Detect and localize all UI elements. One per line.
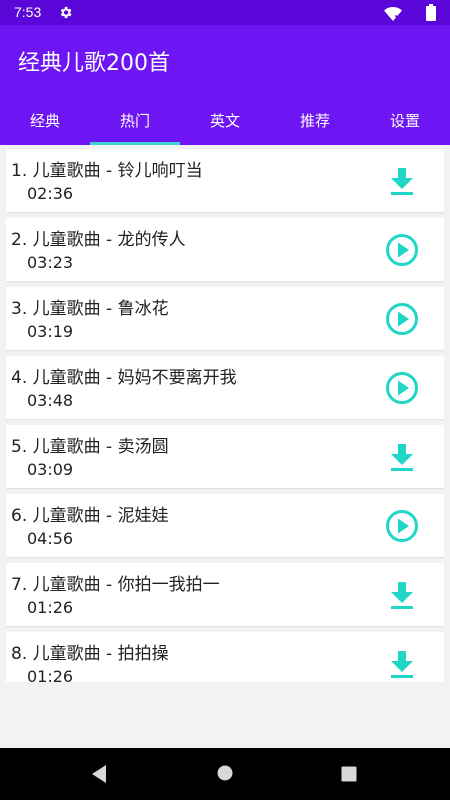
song-item[interactable]: 7. 儿童歌曲 - 你拍一我拍一 01:26 [6, 563, 444, 626]
song-title: 5. 儿童歌曲 - 卖汤圆 [11, 437, 169, 457]
app-title: 经典儿歌200首 [18, 51, 170, 76]
song-duration: 03:19 [27, 322, 74, 341]
song-duration: 01:26 [27, 667, 74, 682]
song-item[interactable]: 3. 儿童歌曲 - 鲁冰花 03:19 [6, 287, 444, 350]
song-list: 1. 儿童歌曲 - 铃儿响叮当 02:36 2. 儿童歌曲 - 龙的传人 03:… [6, 149, 444, 682]
song-title: 1. 儿童歌曲 - 铃儿响叮当 [11, 161, 203, 181]
song-title: 8. 儿童歌曲 - 拍拍操 [11, 644, 169, 664]
tab-settings[interactable]: 设置 [360, 101, 450, 145]
play-circle-icon[interactable] [382, 230, 422, 270]
download-icon[interactable] [382, 575, 422, 615]
song-duration: 02:36 [27, 184, 74, 203]
song-title: 4. 儿童歌曲 - 妈妈不要离开我 [11, 368, 237, 388]
download-icon[interactable] [382, 161, 422, 201]
song-item[interactable]: 6. 儿童歌曲 - 泥娃娃 04:56 [6, 494, 444, 557]
song-title: 2. 儿童歌曲 - 龙的传人 [11, 230, 186, 250]
system-nav-bar [0, 748, 450, 800]
gear-icon [58, 5, 73, 20]
song-duration: 03:23 [27, 253, 74, 272]
download-icon[interactable] [382, 644, 422, 682]
song-title: 3. 儿童歌曲 - 鲁冰花 [11, 299, 169, 319]
back-icon[interactable] [90, 764, 108, 784]
status-bar: 7:53 [0, 0, 450, 25]
battery-icon [426, 4, 436, 21]
song-item[interactable]: 4. 儿童歌曲 - 妈妈不要离开我 03:48 [6, 356, 444, 419]
song-duration: 03:09 [27, 460, 74, 479]
song-item[interactable]: 1. 儿童歌曲 - 铃儿响叮当 02:36 [6, 149, 444, 212]
play-circle-icon[interactable] [382, 299, 422, 339]
app-bar: 经典儿歌200首 经典 热门 英文 推荐 设置 [0, 25, 450, 145]
song-title: 7. 儿童歌曲 - 你拍一我拍一 [11, 575, 220, 595]
tab-popular[interactable]: 热门 [90, 101, 180, 145]
song-item[interactable]: 5. 儿童歌曲 - 卖汤圆 03:09 [6, 425, 444, 488]
recent-apps-icon[interactable] [341, 766, 357, 782]
song-duration: 03:48 [27, 391, 74, 410]
song-title: 6. 儿童歌曲 - 泥娃娃 [11, 506, 169, 526]
download-icon[interactable] [382, 437, 422, 477]
tab-bar: 经典 热门 英文 推荐 设置 [0, 101, 450, 145]
status-time: 7:53 [14, 4, 42, 20]
song-duration: 01:26 [27, 598, 74, 617]
wifi-icon [384, 6, 402, 21]
home-icon[interactable] [217, 765, 233, 781]
song-item[interactable]: 2. 儿童歌曲 - 龙的传人 03:23 [6, 218, 444, 281]
tab-english[interactable]: 英文 [180, 101, 270, 145]
play-circle-icon[interactable] [382, 368, 422, 408]
song-item[interactable]: 8. 儿童歌曲 - 拍拍操 01:26 [6, 632, 444, 682]
play-circle-icon[interactable] [382, 506, 422, 546]
tab-classic[interactable]: 经典 [0, 101, 90, 145]
tab-recommended[interactable]: 推荐 [270, 101, 360, 145]
song-duration: 04:56 [27, 529, 74, 548]
